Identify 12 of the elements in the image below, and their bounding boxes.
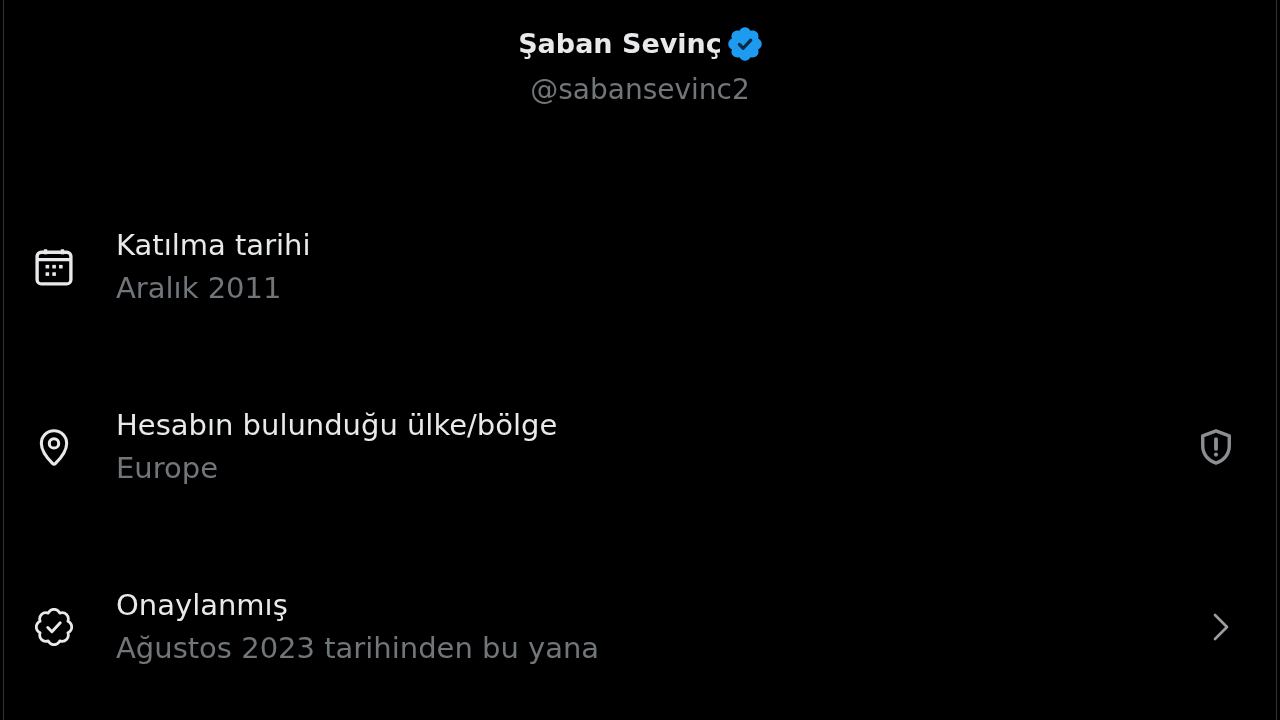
chevron-right-icon[interactable] — [1212, 612, 1230, 642]
detail-title: Hesabın bulunduğu ülke/bölge — [116, 407, 558, 444]
calendar-icon — [35, 248, 73, 286]
detail-value: Europe — [116, 450, 218, 487]
detail-title: Onaylanmış — [116, 587, 288, 624]
detail-title: Katılma tarihi — [116, 227, 311, 264]
shield-alert-icon[interactable] — [1198, 429, 1234, 465]
profile-name: Şaban Sevinç — [518, 27, 722, 61]
detail-value: Ağustos 2023 tarihinden bu yana — [116, 630, 600, 667]
detail-value: Aralık 2011 — [116, 270, 282, 307]
profile-handle: @sabansevinc2 — [530, 72, 750, 108]
badge-check-icon — [35, 608, 73, 646]
